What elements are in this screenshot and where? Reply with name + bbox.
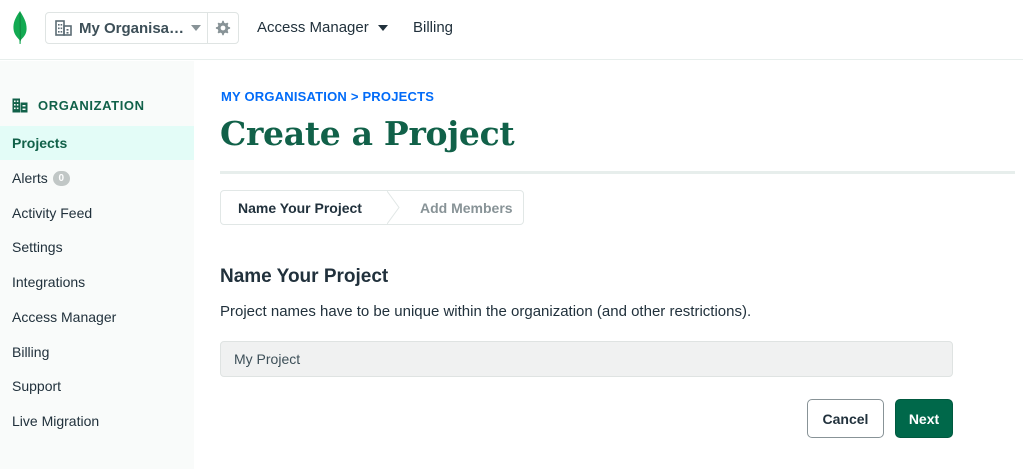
organization-selector[interactable]: My Organisa… (45, 12, 239, 44)
billing-label: Billing (413, 19, 454, 36)
organization-dropdown[interactable]: My Organisa… (46, 13, 209, 43)
billing-link[interactable]: Billing (413, 19, 453, 36)
building-icon (55, 20, 72, 36)
sidebar-item-billing[interactable]: Billing (0, 335, 194, 369)
sidebar-item-label: Live Migration (12, 413, 100, 429)
sidebar-item-label: Activity Feed (12, 205, 93, 221)
breadcrumb[interactable]: MY ORGANISATION > PROJECTS (221, 89, 434, 104)
sidebar-item-integrations[interactable]: Integrations (0, 265, 194, 299)
access-manager-label: Access Manager (257, 19, 369, 36)
sidebar-item-alerts[interactable]: Alerts 0 (0, 161, 194, 195)
sidebar-section-label: ORGANIZATION (38, 98, 145, 113)
sidebar-item-label: Projects (12, 135, 68, 151)
sidebar-item-activity-feed[interactable]: Activity Feed (0, 196, 194, 230)
sidebar-item-label: Billing (12, 344, 50, 360)
title-divider (220, 171, 1015, 174)
access-manager-menu[interactable]: Access Manager (257, 19, 388, 36)
project-name-input[interactable] (220, 341, 953, 377)
organization-settings-button[interactable] (208, 13, 238, 43)
sidebar-item-label: Alerts (12, 170, 48, 186)
top-navigation-bar: My Organisa… Access Manager Billing (0, 0, 1023, 60)
alerts-count-badge: 0 (52, 170, 70, 186)
sidebar-item-support[interactable]: Support (0, 369, 194, 403)
chevron-down-icon (191, 25, 201, 31)
page-title: Create a Project (220, 114, 515, 153)
step-add-members: Add Members (420, 199, 513, 216)
sidebar-item-label: Integrations (12, 274, 86, 290)
sidebar-item-projects[interactable]: Projects (0, 126, 194, 160)
sidebar-item-settings[interactable]: Settings (0, 230, 194, 264)
organization-building-icon (12, 98, 28, 113)
sidebar-item-label: Support (12, 378, 62, 394)
section-title: Name Your Project (220, 266, 389, 287)
sidebar-item-label: Settings (12, 239, 63, 255)
next-button[interactable]: Next (895, 399, 953, 438)
step-name-your-project: Name Your Project (238, 199, 362, 216)
mongodb-leaf-logo-icon[interactable] (11, 10, 29, 44)
step-separator-chevron-icon (387, 191, 400, 224)
gear-icon (215, 20, 231, 36)
sidebar-item-live-migration[interactable]: Live Migration (0, 404, 194, 438)
sidebar-item-access-manager[interactable]: Access Manager (0, 300, 194, 334)
cancel-button[interactable]: Cancel (807, 399, 884, 438)
sidebar-item-label: Access Manager (12, 309, 117, 325)
sidebar-section-header: ORGANIZATION (12, 98, 145, 113)
wizard-steps: Name Your Project Add Members (220, 190, 524, 225)
project-name-description: Project names have to be unique within t… (220, 303, 752, 320)
sidebar: ORGANIZATION Projects Alerts 0 Activity … (0, 61, 194, 469)
organization-name: My Organisa… (79, 19, 183, 37)
caret-down-icon (377, 24, 388, 31)
